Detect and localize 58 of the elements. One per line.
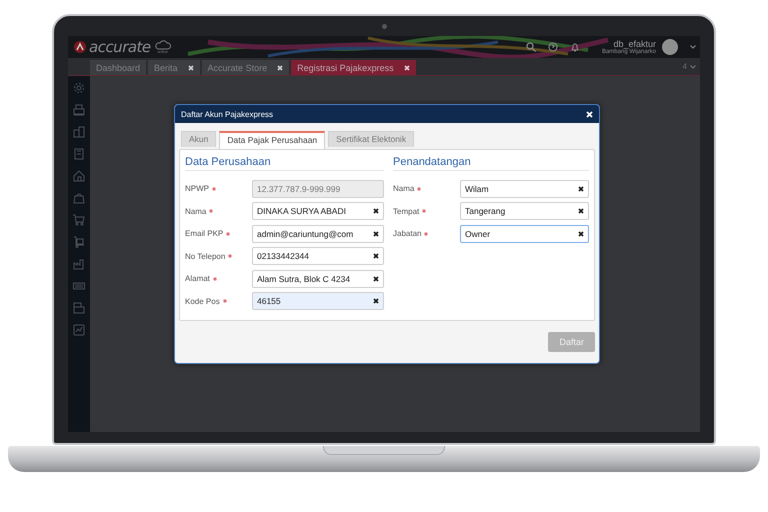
required-icon bbox=[222, 299, 227, 303]
tab-label: Dashboard bbox=[96, 62, 140, 72]
logo-text: accurate bbox=[89, 38, 151, 56]
field-label: NPWP bbox=[185, 184, 209, 193]
section-heading: Penandatangan bbox=[393, 156, 589, 171]
dialog-title: Daftar Akun Pajakexpress bbox=[181, 110, 274, 118]
help-icon[interactable] bbox=[548, 42, 558, 52]
clear-icon[interactable] bbox=[373, 208, 379, 214]
close-icon[interactable] bbox=[404, 64, 410, 70]
required-icon bbox=[422, 209, 426, 213]
field-label: Nama bbox=[185, 206, 206, 216]
bell-icon[interactable] bbox=[570, 42, 580, 52]
clear-icon[interactable] bbox=[578, 208, 584, 214]
clear-icon[interactable] bbox=[373, 253, 379, 259]
database-name: db_efaktur bbox=[613, 40, 656, 48]
field-label: Alamat bbox=[185, 274, 210, 283]
clear-icon[interactable] bbox=[578, 230, 584, 236]
search-icon[interactable] bbox=[526, 42, 536, 52]
section-heading: Data Perusahaan bbox=[185, 156, 384, 171]
field-label: Jabatan bbox=[393, 229, 422, 238]
input-field: 12.377.787.9-999.999 bbox=[252, 180, 384, 198]
required-icon bbox=[212, 276, 217, 280]
avatar[interactable] bbox=[662, 39, 678, 55]
input-field[interactable]: DINAKA SURYA ABADI bbox=[252, 202, 384, 220]
input-field[interactable]: admin@cariuntung@com bbox=[252, 224, 384, 242]
cloud-icon bbox=[154, 40, 172, 50]
caret-icon[interactable] bbox=[690, 64, 696, 68]
required-icon bbox=[226, 232, 230, 236]
close-icon[interactable] bbox=[277, 64, 284, 70]
clear-icon[interactable] bbox=[373, 276, 379, 282]
required-icon bbox=[209, 209, 214, 213]
field-label: Kode Pos bbox=[185, 296, 220, 306]
field-label: Email PKP bbox=[185, 229, 224, 238]
required-icon bbox=[228, 254, 232, 258]
field-label: Nama bbox=[393, 184, 414, 193]
required-icon bbox=[417, 186, 422, 190]
camera-icon bbox=[382, 24, 387, 29]
input-field[interactable]: 46155 bbox=[252, 292, 384, 310]
clear-icon[interactable] bbox=[578, 186, 584, 192]
clear-icon[interactable] bbox=[373, 230, 379, 236]
tab-label: Berita bbox=[154, 62, 178, 72]
field-label: No Telepon bbox=[185, 252, 226, 260]
tab-label: Registrasi Pajakexpress bbox=[297, 62, 394, 72]
input-field[interactable]: Wilam bbox=[460, 180, 589, 198]
input-field[interactable]: Owner bbox=[460, 224, 589, 242]
input-field[interactable]: Tangerang bbox=[460, 202, 589, 220]
logo-icon bbox=[74, 41, 86, 53]
input-field[interactable]: Alam Sutra, Blok C 4234 bbox=[252, 270, 384, 288]
field-label: Tempat bbox=[393, 206, 420, 216]
app-tab[interactable]: Registrasi Pajakexpress bbox=[291, 60, 416, 75]
clear-icon[interactable] bbox=[373, 298, 379, 304]
required-icon bbox=[212, 186, 216, 190]
required-icon bbox=[424, 232, 428, 236]
caret-icon[interactable] bbox=[690, 45, 696, 49]
tab-label: Accurate Store bbox=[208, 62, 268, 72]
close-icon[interactable] bbox=[188, 64, 194, 70]
dialog-tab[interactable]: Data Pajak Perusahaan bbox=[219, 131, 326, 149]
input-field[interactable]: 02133442344 bbox=[252, 247, 384, 265]
